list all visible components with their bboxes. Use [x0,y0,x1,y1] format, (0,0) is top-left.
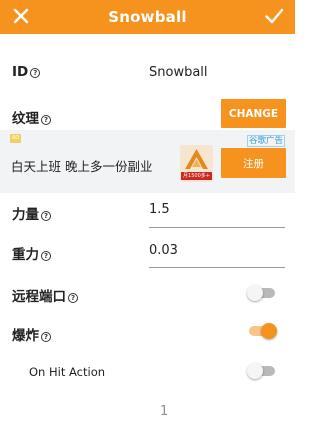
ad-badge: 谷歌广告 [247,135,286,147]
ad-tag-icon: AD [10,134,21,143]
explode-label: 爆炸 [12,324,51,344]
force-input[interactable]: 1.5 [149,202,170,217]
id-value: Snowball [149,65,208,80]
remote-port-label: 远程端口 [12,285,78,305]
gravity-input[interactable]: 0.03 [149,243,178,258]
on-hit-action-label: On Hit Action [29,365,106,379]
explode-toggle[interactable] [247,323,277,339]
partial-value: 1 [160,404,169,419]
help-icon[interactable] [68,293,78,303]
help-icon[interactable] [41,251,51,261]
register-button[interactable]: 注册 [221,148,286,178]
toggle-knob [247,363,263,379]
on-hit-action-toggle[interactable] [247,363,277,379]
help-icon[interactable] [30,68,41,78]
app-bar: Snowball [0,0,295,34]
gravity-label: 重力 [12,243,51,263]
help-icon[interactable] [41,211,51,221]
force-underline [149,227,285,228]
logo-icon [185,149,208,169]
force-label: 力量 [12,203,51,223]
help-icon[interactable] [41,332,51,342]
ad-thumbnail[interactable]: 月1500多+ [180,145,213,182]
remote-port-toggle[interactable] [247,285,277,301]
ad-banner[interactable]: AD 白天上班 晚上多一份副业 月1500多+ 谷歌广告 注册 [0,130,295,193]
id-label: ID [12,64,41,80]
gravity-underline [149,267,285,268]
ad-text: 白天上班 晚上多一份副业 [11,159,153,174]
toggle-knob [261,323,277,339]
change-texture-button[interactable]: CHANGE [221,99,286,128]
texture-label: 纹理 [12,107,51,127]
ad-thumb-caption: 月1500多+ [181,172,212,180]
check-icon[interactable] [263,5,285,27]
close-icon[interactable] [10,5,32,27]
toggle-knob [247,285,263,301]
page-title: Snowball [108,8,187,26]
help-icon[interactable] [41,115,51,125]
